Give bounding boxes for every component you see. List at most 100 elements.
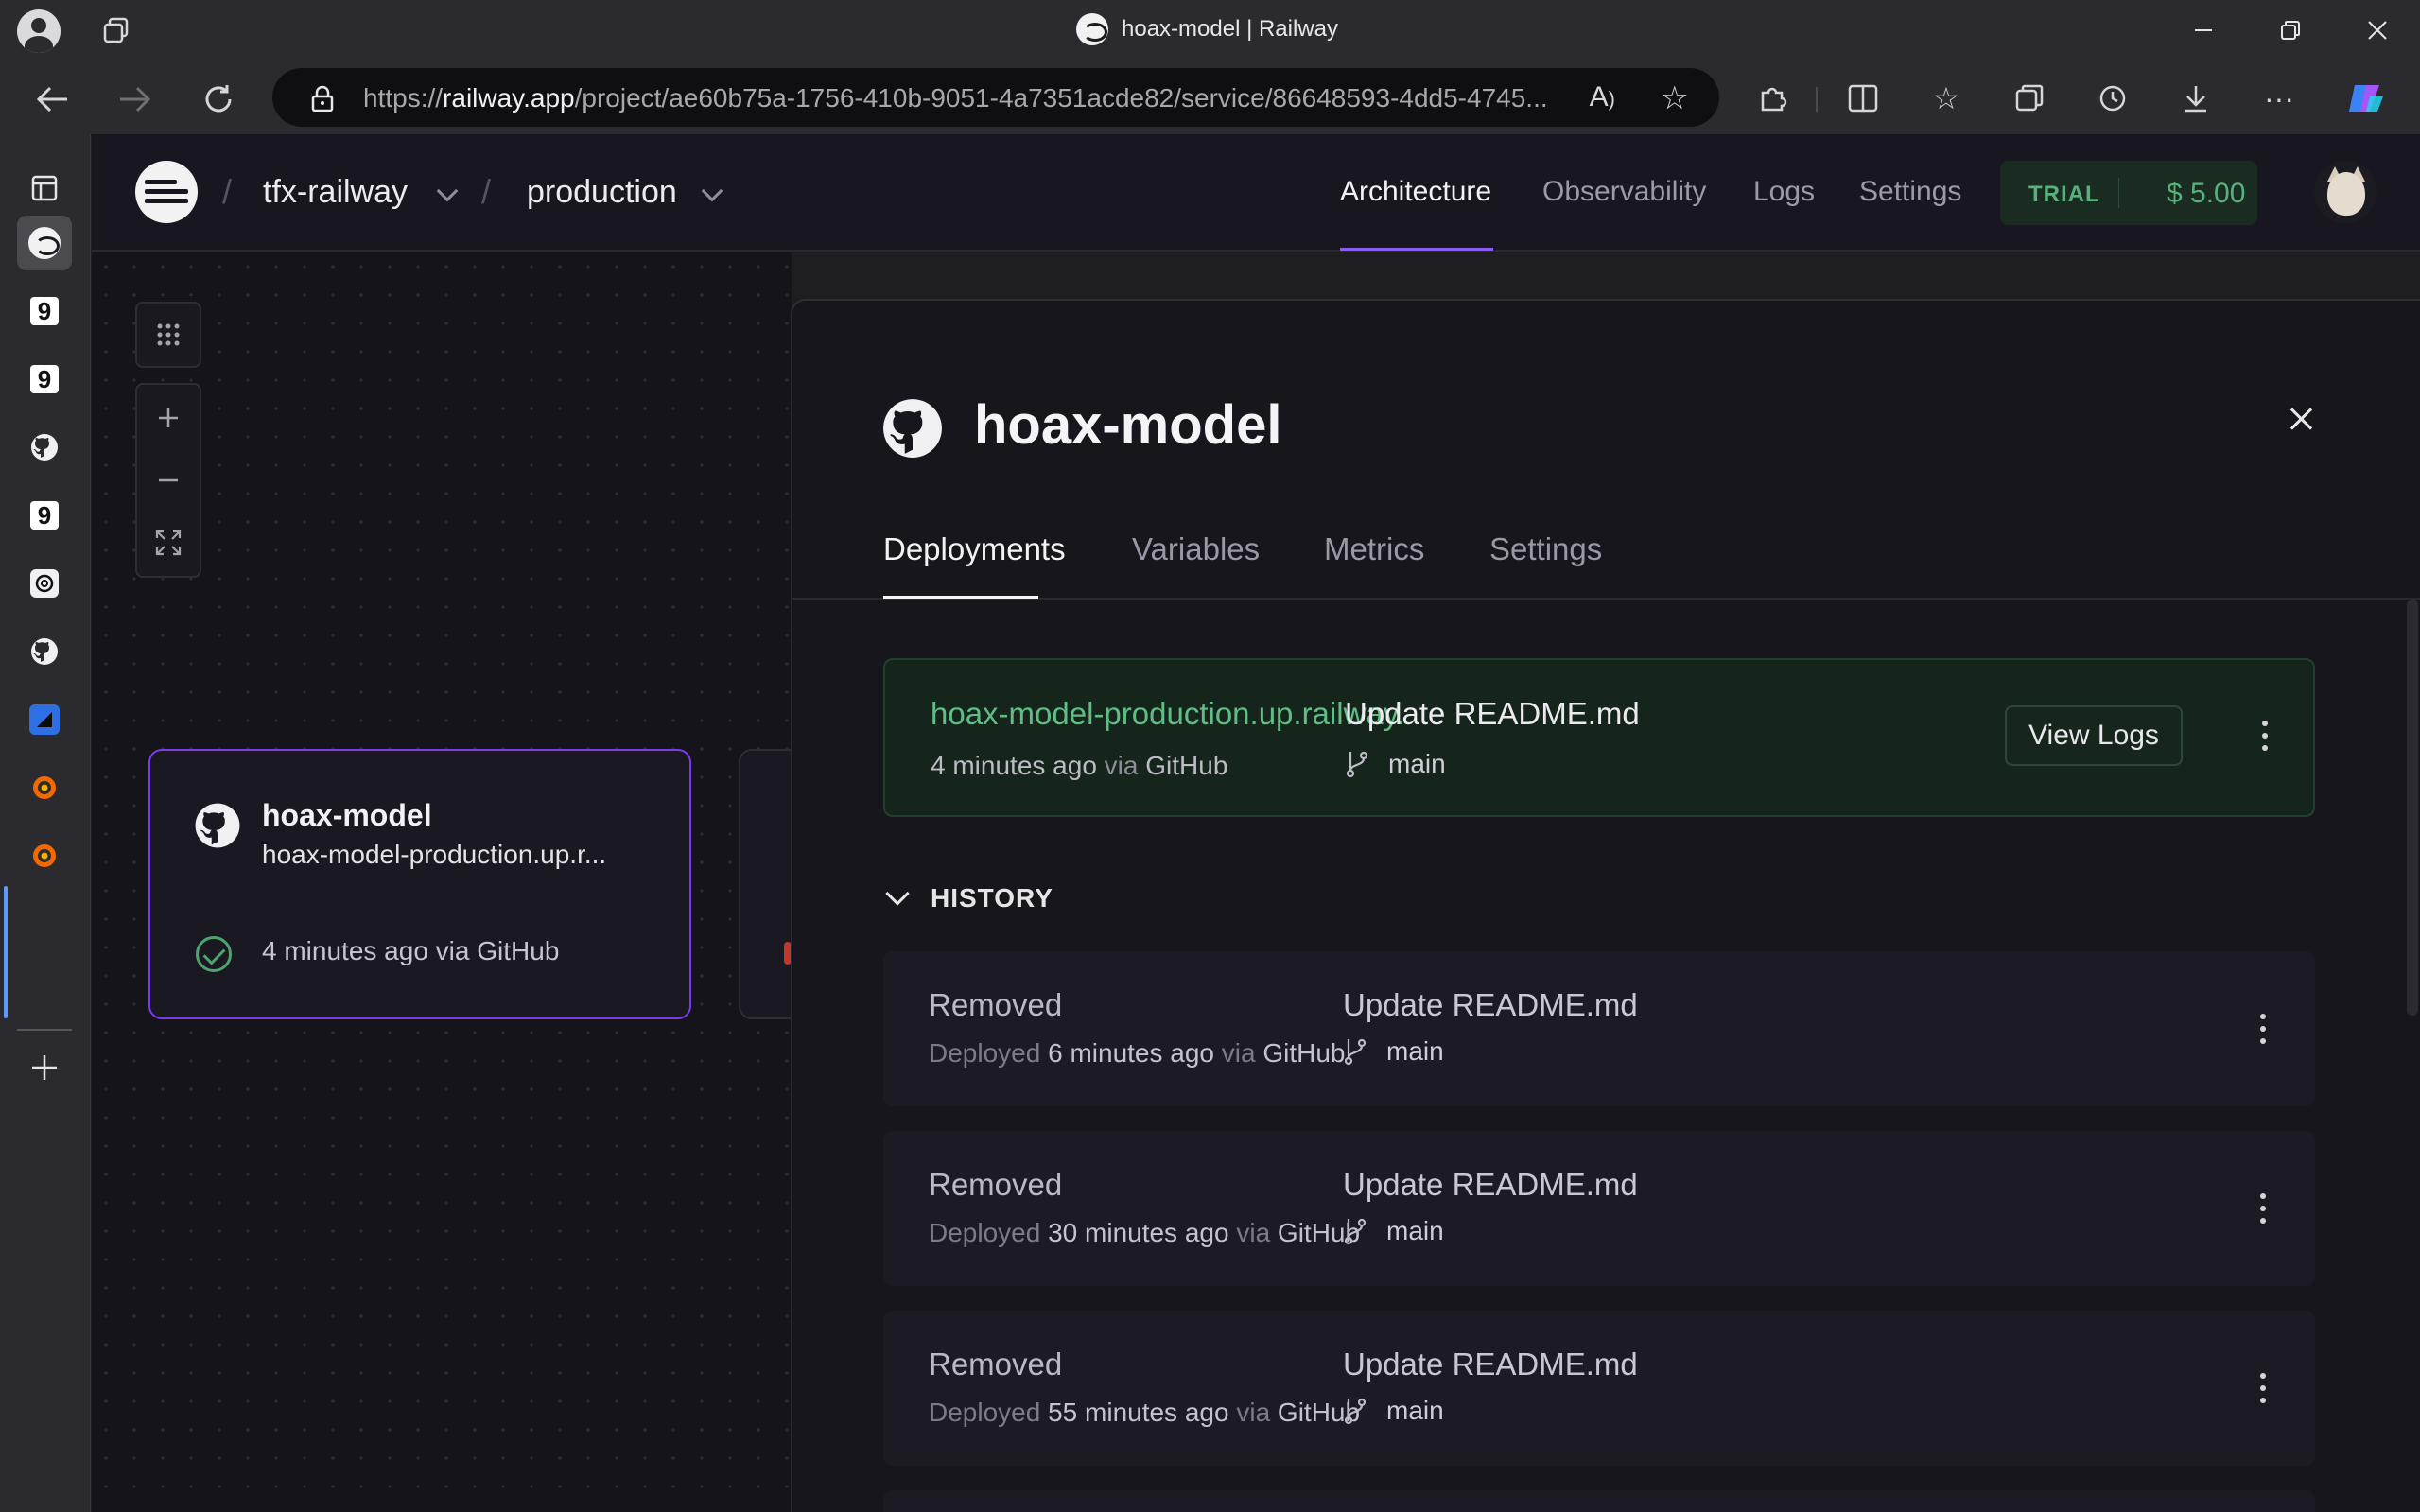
tab-actions-icon[interactable] (100, 15, 132, 47)
deployment-meta: 4 minutes ago via GitHub (931, 751, 1227, 781)
tab-nine-b[interactable]: 9 (17, 352, 72, 407)
environment-selector[interactable]: production (527, 174, 677, 211)
tab-variables[interactable]: Variables (1132, 531, 1260, 567)
new-tab-button[interactable] (17, 1040, 72, 1095)
commit-message[interactable]: Update README.md (1343, 987, 1638, 1023)
tab-strip-divider (17, 1029, 72, 1031)
deployed-label: Deployed (929, 1218, 1041, 1247)
breadcrumb-separator: / (481, 172, 492, 211)
close-panel-button[interactable] (2287, 405, 2317, 435)
tab-grafana-a[interactable] (17, 760, 72, 815)
tab-app-blue[interactable] (17, 692, 72, 747)
downloads-icon[interactable] (2175, 78, 2217, 119)
deployment-via: via (1236, 1218, 1271, 1247)
nine-app-icon: 9 (30, 501, 59, 530)
vertical-tab-strip: 9 9 9 (0, 134, 91, 1512)
branch-info: main (1343, 1036, 1444, 1067)
restore-button[interactable] (2262, 11, 2319, 49)
commit-message[interactable]: Update README.md (1345, 696, 1640, 732)
copilot-icon[interactable] (2345, 78, 2387, 119)
expand-icon (155, 530, 182, 556)
tab-nine-a[interactable]: 9 (17, 284, 72, 339)
history-item-menu-icon[interactable] (2249, 1190, 2277, 1227)
fit-view-button[interactable] (137, 512, 200, 574)
deployment-state: Removed (929, 1167, 1063, 1202)
tab-openai[interactable] (17, 556, 72, 611)
github-icon (31, 638, 58, 665)
dots-grid-icon (157, 323, 180, 346)
extensions-icon[interactable] (1751, 78, 1793, 119)
tab-github-a[interactable] (17, 420, 72, 475)
read-aloud-icon[interactable]: A) (1590, 81, 1615, 113)
history-icon[interactable] (2092, 78, 2133, 119)
git-branch-icon (1344, 1038, 1367, 1066)
commit-message[interactable]: Update README.md (1343, 1347, 1638, 1382)
git-branch-icon (1344, 1218, 1367, 1245)
history-item[interactable]: Removed Deployed 6 minutes ago via GitHu… (883, 951, 2315, 1106)
forward-button[interactable] (112, 76, 159, 123)
arrow-left-icon (36, 86, 67, 113)
panel-scrollbar[interactable] (2407, 600, 2418, 1016)
refresh-icon (205, 85, 232, 113)
view-logs-button[interactable]: View Logs (2005, 705, 2183, 766)
close-window-button[interactable] (2349, 11, 2406, 49)
commit-message[interactable]: Update README.md (1343, 1167, 1638, 1203)
more-menu-icon[interactable]: ··· (2258, 78, 2300, 119)
tab-deployments[interactable]: Deployments (883, 531, 1066, 567)
canvas-menu-group (135, 302, 201, 368)
zoom-in-button[interactable] (137, 387, 200, 449)
window-title-group: hoax-model | Railway (1076, 13, 1338, 45)
minimize-button[interactable] (2175, 11, 2232, 49)
split-screen-icon[interactable] (1842, 78, 1884, 119)
history-item-menu-icon[interactable] (2249, 1010, 2277, 1048)
deployment-meta: Deployed 30 minutes ago via GitHub (929, 1218, 1360, 1248)
tab-actions-panel-icon[interactable] (17, 161, 72, 216)
favorites-icon[interactable]: ☆ (1925, 78, 1967, 119)
history-item[interactable]: Removed Deployed 55 minutes ago via GitH… (883, 1311, 2315, 1466)
browser-toolbar: https://railway.app/project/ae60b75a-175… (0, 62, 2420, 134)
address-bar[interactable]: https://railway.app/project/ae60b75a-175… (272, 68, 1719, 127)
back-button[interactable] (28, 76, 76, 123)
deployment-menu-icon[interactable] (2251, 717, 2279, 755)
chevron-down-icon[interactable] (701, 180, 723, 202)
profile-icon[interactable] (17, 9, 61, 53)
nine-app-icon: 9 (30, 365, 59, 393)
tab-nine-c[interactable]: 9 (17, 488, 72, 543)
plan-label: TRIAL (2028, 182, 2100, 207)
user-avatar[interactable] (2314, 161, 2376, 223)
minimize-icon (2195, 29, 2212, 31)
railway-logo[interactable] (135, 161, 198, 223)
history-toggle[interactable]: HISTORY (883, 881, 1053, 913)
tab-settings[interactable]: Settings (1489, 531, 1602, 567)
service-card[interactable]: hoax-model hoax-model-production.up.r...… (148, 749, 691, 1019)
trial-badge[interactable]: TRIAL $ 5.00 (2000, 161, 2257, 225)
chevron-down-icon[interactable] (436, 180, 459, 202)
credit-amount: $ 5.00 (2167, 178, 2246, 209)
panel-title: hoax-model (974, 394, 1282, 456)
nav-logs[interactable]: Logs (1753, 176, 1815, 208)
history-item[interactable] (883, 1490, 2315, 1512)
refresh-button[interactable] (195, 76, 242, 123)
favorite-star-icon[interactable]: ☆ (1661, 79, 1689, 117)
zoom-out-button[interactable] (137, 449, 200, 512)
architecture-canvas[interactable]: hoax-model hoax-model-production.up.r...… (92, 252, 814, 1512)
plus-icon (32, 1055, 57, 1080)
active-deployment-card[interactable]: hoax-model-production.up.railway. 4 minu… (883, 658, 2315, 817)
nav-architecture[interactable]: Architecture (1340, 176, 1491, 208)
window-title: hoax-model | Railway (1122, 16, 1338, 42)
url-path: /project/ae60b75a-1756-410b-9051-4a7351a… (574, 83, 1548, 113)
deployment-url-link[interactable]: hoax-model-production.up.railway. (931, 696, 1405, 732)
project-selector[interactable]: tfx-railway (263, 174, 408, 211)
github-icon (195, 803, 240, 848)
tab-railway[interactable] (17, 216, 72, 270)
history-item-menu-icon[interactable] (2249, 1369, 2277, 1407)
tab-grafana-b[interactable] (17, 828, 72, 883)
collections-icon[interactable] (2009, 78, 2050, 119)
grid-menu-button[interactable] (137, 304, 200, 366)
nav-observability[interactable]: Observability (1542, 176, 1706, 208)
history-item[interactable]: Removed Deployed 30 minutes ago via GitH… (883, 1131, 2315, 1286)
tab-metrics[interactable]: Metrics (1324, 531, 1424, 567)
tab-github-b[interactable] (17, 624, 72, 679)
nav-settings[interactable]: Settings (1859, 176, 1961, 208)
deployment-via: via (1104, 751, 1139, 780)
